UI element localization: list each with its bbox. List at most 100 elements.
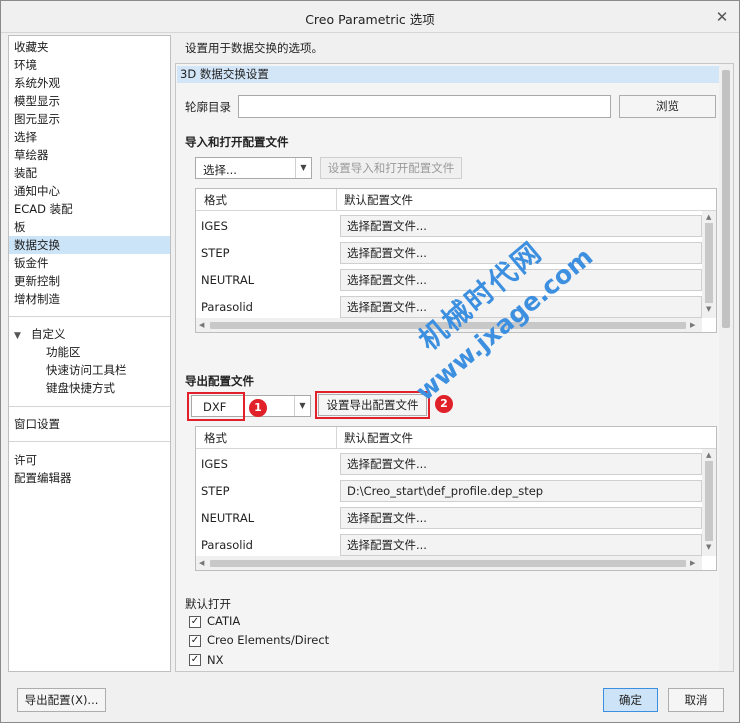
close-icon[interactable]: ✕ <box>711 6 733 28</box>
row-format: IGES <box>201 219 228 233</box>
chevron-down-icon[interactable]: ▼ <box>294 396 310 416</box>
config-file-selector[interactable]: 选择配置文件... <box>340 269 702 291</box>
column-divider <box>336 189 337 211</box>
step-badge-1: 1 <box>249 399 267 417</box>
sidebar-item-sketcher[interactable]: 草绘器 <box>9 146 170 164</box>
default-open-title: 默认打开 <box>185 597 231 611</box>
sidebar-item-selection[interactable]: 选择 <box>9 128 170 146</box>
import-format-value: 选择... <box>203 163 237 177</box>
panel-scrollbar[interactable] <box>719 64 733 671</box>
highlight-box <box>315 391 430 419</box>
import-section-title: 导入和打开配置文件 <box>185 135 289 149</box>
config-file-selector[interactable]: 选择配置文件... <box>340 453 702 475</box>
scroll-down-icon[interactable]: ▼ <box>706 543 711 551</box>
sidebar-item-ribbon[interactable]: 功能区 <box>9 343 170 361</box>
column-default-config: 默认配置文件 <box>344 193 413 207</box>
checkbox-label: Creo Elements/Direct <box>207 633 330 647</box>
checkbox-label: NX <box>207 653 224 667</box>
set-import-config-button[interactable]: 设置导入和打开配置文件 <box>320 157 462 179</box>
sidebar-item-license[interactable]: 许可 <box>9 451 170 469</box>
sidebar-item-customize[interactable]: ▼ 自定义 <box>9 325 170 343</box>
sidebar-item-system-appearance[interactable]: 系统外观 <box>9 74 170 92</box>
column-format: 格式 <box>204 431 227 445</box>
sidebar-item-board[interactable]: 板 <box>9 218 170 236</box>
row-format: Parasolid <box>201 300 253 314</box>
column-divider <box>336 427 337 449</box>
export-config-button[interactable]: 导出配置(X)... <box>17 688 106 712</box>
table-vertical-scrollbar[interactable]: ▲ ▼ <box>702 211 716 318</box>
column-default-config: 默认配置文件 <box>344 431 413 445</box>
checkbox-label: CATIA <box>207 614 241 628</box>
browse-button[interactable]: 浏览 <box>619 95 716 118</box>
profile-dir-label: 轮廓目录 <box>185 100 231 114</box>
column-format: 格式 <box>204 193 227 207</box>
sidebar-item-customize-label: 自定义 <box>31 327 66 341</box>
step-badge-2: 2 <box>435 395 453 413</box>
section-header: 3D 数据交换设置 <box>177 66 719 83</box>
scroll-left-icon[interactable]: ◀ <box>199 559 204 567</box>
scrollbar-thumb[interactable] <box>210 322 686 329</box>
import-format-select[interactable]: 选择... ▼ <box>195 157 312 179</box>
sidebar-item-keyboard-shortcuts[interactable]: 键盘快捷方式 <box>9 379 170 397</box>
checkbox-nx[interactable]: ✓ <box>189 654 201 666</box>
config-file-selector[interactable]: 选择配置文件... <box>340 296 702 318</box>
checkbox-creo-elements-direct[interactable]: ✓ <box>189 635 201 647</box>
sidebar-item-environment[interactable]: 环境 <box>9 56 170 74</box>
sidebar-item-additive-manufacturing[interactable]: 增材制造 <box>9 290 170 308</box>
highlight-box <box>187 392 245 421</box>
sidebar-item-assembly[interactable]: 装配 <box>9 164 170 182</box>
sidebar-item-window-settings[interactable]: 窗口设置 <box>9 415 170 433</box>
config-file-selector[interactable]: 选择配置文件... <box>340 215 702 237</box>
scroll-up-icon[interactable]: ▲ <box>706 451 711 459</box>
checkbox-catia[interactable]: ✓ <box>189 616 201 628</box>
table-horizontal-scrollbar[interactable]: ◀ ▶ <box>196 556 702 570</box>
scrollbar-thumb[interactable] <box>705 461 713 541</box>
sidebar-item-data-exchange[interactable]: 数据交换 <box>9 236 170 254</box>
import-config-table: 格式 默认配置文件 IGES 选择配置文件... STEP 选择配置文件... … <box>195 188 717 333</box>
options-dialog: Creo Parametric 选项 ✕ 收藏夹 环境 系统外观 模型显示 图元… <box>0 0 740 723</box>
scrollbar-thumb[interactable] <box>705 223 713 303</box>
ok-button[interactable]: 确定 <box>603 688 658 712</box>
scroll-right-icon[interactable]: ▶ <box>690 321 695 329</box>
settings-panel: 3D 数据交换设置 轮廓目录 浏览 导入和打开配置文件 选择... ▼ 设置导入… <box>175 63 734 672</box>
sidebar-item-model-display[interactable]: 模型显示 <box>9 92 170 110</box>
sidebar-item-update-control[interactable]: 更新控制 <box>9 272 170 290</box>
sidebar-item-quick-access-toolbar[interactable]: 快速访问工具栏 <box>9 361 170 379</box>
scroll-right-icon[interactable]: ▶ <box>690 559 695 567</box>
scroll-down-icon[interactable]: ▼ <box>706 305 711 313</box>
sidebar-item-notification-center[interactable]: 通知中心 <box>9 182 170 200</box>
config-file-selector[interactable]: 选择配置文件... <box>340 507 702 529</box>
sidebar-item-ecad-assembly[interactable]: ECAD 装配 <box>9 200 170 218</box>
config-file-selector[interactable]: 选择配置文件... <box>340 534 702 556</box>
row-format: NEUTRAL <box>201 511 255 525</box>
page-description: 设置用于数据交换的选项。 <box>185 41 323 55</box>
row-format: NEUTRAL <box>201 273 255 287</box>
scroll-left-icon[interactable]: ◀ <box>199 321 204 329</box>
table-horizontal-scrollbar[interactable]: ◀ ▶ <box>196 318 702 332</box>
sidebar-item-sheetmetal[interactable]: 钣金件 <box>9 254 170 272</box>
export-config-table: 格式 默认配置文件 IGES 选择配置文件... STEP D:\Creo_st… <box>195 426 717 571</box>
cancel-button[interactable]: 取消 <box>668 688 724 712</box>
window-title: Creo Parametric 选项 <box>305 12 435 27</box>
scrollbar-thumb[interactable] <box>210 560 686 567</box>
profile-dir-input[interactable] <box>238 95 611 118</box>
sidebar-divider <box>9 406 170 407</box>
scroll-up-icon[interactable]: ▲ <box>706 213 711 221</box>
sidebar-item-config-editor[interactable]: 配置编辑器 <box>9 469 170 487</box>
title-bar: Creo Parametric 选项 ✕ <box>1 1 739 33</box>
scrollbar-thumb[interactable] <box>722 70 730 328</box>
sidebar-item-entity-display[interactable]: 图元显示 <box>9 110 170 128</box>
row-format: IGES <box>201 457 228 471</box>
sidebar-divider <box>9 316 170 317</box>
sidebar-divider <box>9 441 170 442</box>
config-file-selector[interactable]: D:\Creo_start\def_profile.dep_step <box>340 480 702 502</box>
config-file-selector[interactable]: 选择配置文件... <box>340 242 702 264</box>
chevron-down-icon[interactable]: ▼ <box>295 158 311 178</box>
export-section-title: 导出配置文件 <box>185 374 254 388</box>
row-format: STEP <box>201 246 230 260</box>
options-category-list: 收藏夹 环境 系统外观 模型显示 图元显示 选择 草绘器 装配 通知中心 ECA… <box>8 35 171 672</box>
row-format: Parasolid <box>201 538 253 552</box>
table-vertical-scrollbar[interactable]: ▲ ▼ <box>702 449 716 556</box>
sidebar-item-favorites[interactable]: 收藏夹 <box>9 38 170 56</box>
table-header: 格式 默认配置文件 <box>196 427 716 449</box>
